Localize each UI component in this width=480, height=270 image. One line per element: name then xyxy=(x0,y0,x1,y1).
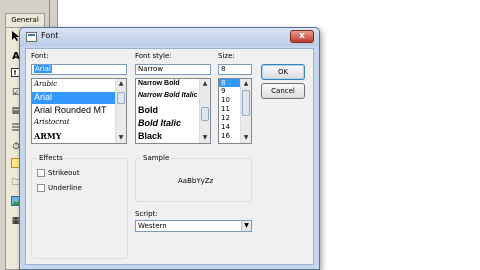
script-select[interactable]: Western ▼ xyxy=(135,220,252,232)
scroll-down-icon[interactable]: ▼ xyxy=(116,133,126,143)
underline-label[interactable]: Underline xyxy=(48,184,82,192)
font-input-value: Arial xyxy=(34,65,52,73)
sample-text: AaBbYyZz xyxy=(178,177,214,185)
size-list[interactable]: 8 9 10 11 12 14 16 ▲ ▼ xyxy=(218,78,252,144)
font-list-item[interactable]: Arial Rounded MT xyxy=(32,105,116,117)
dialog-title: Font xyxy=(41,31,59,40)
font-input[interactable]: Arial xyxy=(31,64,127,75)
font-label: Font: xyxy=(31,52,49,60)
size-list-scrollbar[interactable]: ▲ ▼ xyxy=(240,79,251,143)
size-item[interactable]: 9 xyxy=(219,87,241,96)
sample-title: Sample xyxy=(141,154,172,162)
scroll-thumb[interactable] xyxy=(201,107,209,121)
size-item[interactable]: 16 xyxy=(219,132,241,141)
scroll-down-icon[interactable]: ▼ xyxy=(200,133,210,143)
ok-button[interactable]: OK xyxy=(261,64,305,80)
script-select-value: Western xyxy=(138,222,167,230)
script-label: Script: xyxy=(135,210,158,218)
font-list-item[interactable]: Aristocrat xyxy=(32,118,116,130)
scroll-down-icon[interactable]: ▼ xyxy=(241,133,251,143)
dialog-app-icon xyxy=(26,32,37,42)
font-list-scrollbar[interactable]: ▲ ▼ xyxy=(115,79,126,143)
font-style-item[interactable]: Bold Italic xyxy=(136,118,200,130)
dialog-titlebar[interactable]: Font x xyxy=(20,28,319,46)
font-style-list[interactable]: Narrow Bold Narrow Bold Italic Bold Bold… xyxy=(135,78,211,144)
scroll-up-icon[interactable]: ▲ xyxy=(241,79,251,89)
font-style-list-scrollbar[interactable]: ▲ ▼ xyxy=(199,79,210,143)
size-input[interactable]: 8 xyxy=(218,64,252,75)
tab-general[interactable]: General xyxy=(5,13,45,27)
effects-title: Effects xyxy=(37,154,65,162)
close-button[interactable]: x xyxy=(290,30,314,43)
dialog-body: Font: Arial Arabic Arial Arial Rounded M… xyxy=(25,48,314,265)
scroll-up-icon[interactable]: ▲ xyxy=(116,79,126,89)
font-style-item[interactable]: Bold xyxy=(136,105,200,117)
size-item[interactable]: 12 xyxy=(219,114,241,123)
scroll-up-icon[interactable]: ▲ xyxy=(200,79,210,89)
chevron-down-icon[interactable]: ▼ xyxy=(241,221,251,231)
sample-group: Sample AaBbYyZz xyxy=(135,154,252,202)
font-style-label: Font style: xyxy=(135,52,172,60)
font-style-input[interactable]: Narrow xyxy=(135,64,211,75)
scroll-thumb[interactable] xyxy=(242,90,250,116)
cancel-button[interactable]: Cancel xyxy=(261,83,305,99)
font-style-item[interactable]: Narrow Bold Italic xyxy=(136,92,200,104)
font-dialog: Font x Font: Arial Arabic Arial Arial Ro… xyxy=(19,27,320,270)
scroll-thumb[interactable] xyxy=(117,92,125,104)
size-item-selected[interactable]: 8 xyxy=(219,79,241,87)
underline-checkbox[interactable] xyxy=(37,184,45,192)
font-list-item-selected[interactable]: Arial xyxy=(32,92,116,104)
strikeout-checkbox[interactable] xyxy=(37,169,45,177)
size-item[interactable]: 14 xyxy=(219,123,241,132)
font-list-item[interactable]: Arabic xyxy=(32,80,116,92)
font-list-item[interactable]: ARMY xyxy=(32,131,116,143)
size-label: Size: xyxy=(218,52,235,60)
font-style-item[interactable]: Narrow Bold xyxy=(136,80,200,92)
effects-group: Effects Strikeout Underline xyxy=(31,154,128,259)
size-item[interactable]: 11 xyxy=(219,105,241,114)
font-list[interactable]: Arabic Arial Arial Rounded MT Aristocrat… xyxy=(31,78,127,144)
strikeout-label[interactable]: Strikeout xyxy=(48,169,80,177)
size-item[interactable]: 10 xyxy=(219,96,241,105)
font-style-item[interactable]: Black xyxy=(136,131,200,143)
